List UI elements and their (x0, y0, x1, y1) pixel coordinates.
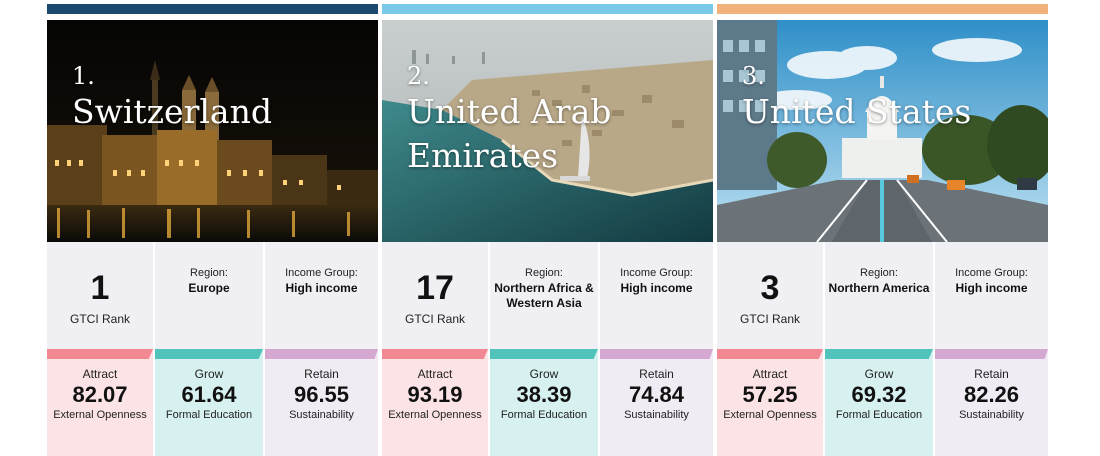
grow-score: 69.32 (851, 382, 907, 407)
country-name: Switzerland (72, 92, 272, 131)
grow-score: 61.64 (181, 382, 237, 407)
country-position: 2. (407, 62, 430, 90)
pillar-row: Attract 57.25 External Openness Grow 69.… (717, 349, 1048, 456)
attract-sublabel: External Openness (53, 409, 147, 421)
card-accent-bar (717, 4, 1048, 14)
retain-sublabel: Sustainability (289, 409, 354, 421)
attract-sublabel: External Openness (388, 409, 482, 421)
retain-band (600, 349, 713, 359)
region-cell: Region: Northern America (825, 242, 935, 349)
retain-label: Retain (974, 367, 1009, 381)
attract-band (47, 349, 153, 359)
grow-label: Grow (529, 367, 559, 381)
grow-sublabel: Formal Education (165, 409, 253, 421)
country-title: 3. United States (742, 62, 1042, 134)
income-group-value: High income (285, 281, 358, 295)
region-label: Region: (860, 267, 898, 279)
retain-label: Retain (304, 367, 339, 381)
grow-band (155, 349, 263, 359)
income-group-label: Income Group: (955, 267, 1028, 279)
attract-sublabel: External Openness (723, 409, 817, 421)
country-card-switzerland: 1. Switzerland 1 GTCI Rank Region: Europ… (47, 4, 378, 456)
country-title: 1. Switzerland (72, 62, 372, 134)
gtci-rank-label: GTCI Rank (739, 312, 800, 326)
attract-pillar: Attract 93.19 External Openness (382, 349, 490, 456)
income-group-label: Income Group: (620, 267, 693, 279)
retain-pillar: Retain 74.84 Sustainability (600, 349, 713, 456)
region-label: Region: (190, 267, 228, 279)
retain-score: 82.26 (963, 382, 1020, 407)
country-card-united-states: 3. United States 3 GTCI Rank Region: Nor… (717, 4, 1048, 456)
country-position: 3. (742, 62, 765, 90)
gtci-rank-value: 1 (90, 269, 110, 307)
income-group-cell: Income Group: High income (265, 242, 378, 349)
grow-pillar: Grow 61.64 Formal Education (155, 349, 265, 456)
region-value: Europe (188, 281, 230, 295)
attract-label: Attract (752, 367, 788, 381)
country-title: 2. United Arab Emirates (407, 62, 707, 178)
retain-band (935, 349, 1048, 359)
attract-pillar: Attract 57.25 External Openness (717, 349, 825, 456)
retain-pillar: Retain 96.55 Sustainability (265, 349, 378, 456)
grow-score: 38.39 (516, 382, 572, 407)
retain-band (265, 349, 378, 359)
card-accent-bar (47, 4, 378, 14)
region-value: Northern America (828, 281, 930, 295)
gtci-rank-cell: 17 GTCI Rank (382, 242, 490, 349)
country-name: United States (742, 92, 972, 131)
gtci-rank-value: 17 (416, 269, 454, 307)
retain-score: 74.84 (628, 382, 685, 407)
attract-label: Attract (417, 367, 453, 381)
grow-sublabel: Formal Education (500, 409, 588, 421)
income-group-value: High income (955, 281, 1028, 295)
region-cell: Region: Northern Africa & Western Asia (490, 242, 600, 349)
income-group-cell: Income Group: High income (935, 242, 1048, 349)
grow-pillar: Grow 38.39 Formal Education (490, 349, 600, 456)
attract-score: 82.07 (72, 382, 128, 407)
gtci-rank-cell: 1 GTCI Rank (47, 242, 155, 349)
grow-band (490, 349, 598, 359)
attract-score: 57.25 (742, 382, 798, 407)
retain-sublabel: Sustainability (959, 409, 1024, 421)
retain-label: Retain (639, 367, 674, 381)
grow-label: Grow (194, 367, 224, 381)
country-name: United Arab Emirates (407, 92, 612, 175)
grow-pillar: Grow 69.32 Formal Education (825, 349, 935, 456)
attract-band (717, 349, 823, 359)
pillar-row: Attract 82.07 External Openness Grow 61.… (47, 349, 378, 456)
pillar-row: Attract 93.19 External Openness Grow 38.… (382, 349, 713, 456)
region-cell: Region: Europe (155, 242, 265, 349)
grow-label: Grow (864, 367, 894, 381)
gtci-rank-value: 3 (760, 269, 780, 307)
retain-sublabel: Sustainability (624, 409, 689, 421)
region-value: Northern Africa & Western Asia (494, 281, 594, 310)
grow-band (825, 349, 933, 359)
country-info-row: 17 GTCI Rank Region: Northern Africa & W… (382, 242, 713, 349)
income-group-cell: Income Group: High income (600, 242, 713, 349)
income-group-value: High income (620, 281, 693, 295)
gtci-rank-label: GTCI Rank (69, 312, 130, 326)
country-info-row: 1 GTCI Rank Region: Europe Income Group:… (47, 242, 378, 349)
region-label: Region: (525, 267, 563, 279)
attract-pillar: Attract 82.07 External Openness (47, 349, 155, 456)
country-info-row: 3 GTCI Rank Region: Northern America Inc… (717, 242, 1048, 349)
attract-label: Attract (82, 367, 118, 381)
income-group-label: Income Group: (285, 267, 358, 279)
gtci-rank-label: GTCI Rank (404, 312, 465, 326)
country-card-uae: 2. United Arab Emirates 17 GTCI Rank Reg… (382, 4, 713, 456)
card-accent-bar (382, 4, 713, 14)
retain-score: 96.55 (293, 382, 350, 407)
grow-sublabel: Formal Education (835, 409, 923, 421)
retain-pillar: Retain 82.26 Sustainability (935, 349, 1048, 456)
attract-band (382, 349, 488, 359)
gtci-rank-cell: 3 GTCI Rank (717, 242, 825, 349)
country-position: 1. (72, 62, 95, 90)
attract-score: 93.19 (407, 382, 463, 407)
